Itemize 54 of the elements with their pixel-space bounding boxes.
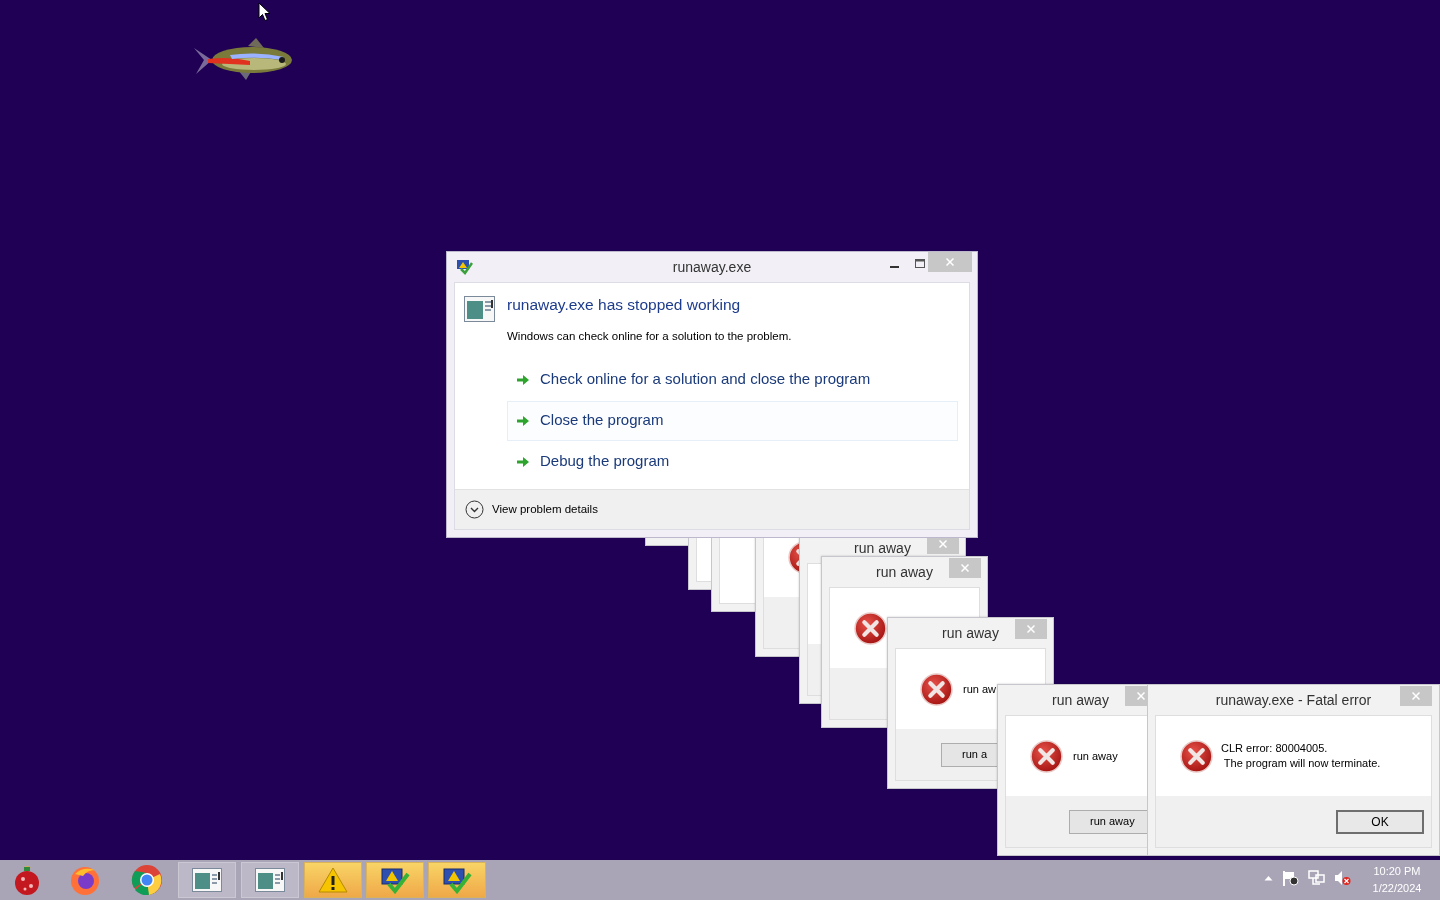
taskbar-button[interactable] (241, 862, 299, 898)
arrow-icon (516, 455, 530, 468)
window-title: run away (854, 541, 911, 555)
taskbar-button[interactable] (304, 862, 362, 898)
window-title: runaway.exe (672, 257, 752, 277)
arrow-icon (516, 414, 530, 427)
window-title: run away (1052, 693, 1109, 707)
taskbar-button[interactable] (366, 862, 424, 898)
command-link[interactable]: Close the program (507, 400, 958, 441)
close-icon (939, 540, 947, 548)
clock-date: 1/22/2024 (1372, 881, 1422, 896)
ornament-icon (12, 864, 42, 896)
clock-time: 10:20 PM (1373, 864, 1421, 879)
window-title: run away (942, 626, 999, 640)
window-icon (464, 296, 495, 322)
cursor-icon (258, 2, 271, 22)
command-link[interactable]: Debug the program (507, 441, 958, 482)
network-icon[interactable] (1308, 870, 1325, 886)
volume-muted-icon[interactable] (1334, 870, 1351, 886)
details-toggle[interactable]: View problem details (465, 500, 598, 519)
close-icon (1412, 692, 1420, 700)
command-link[interactable]: Check online for a solution and close the program (507, 359, 958, 400)
warning-icon (318, 867, 348, 893)
show-hidden-icons-icon[interactable] (1264, 875, 1273, 881)
minimize-icon (889, 264, 899, 268)
monitor-warning-icon (380, 866, 410, 894)
window-icon (192, 868, 222, 892)
error-description: Windows can check online for a solution to the problem. (507, 329, 793, 345)
window-icon (255, 868, 285, 892)
taskbar-button[interactable] (428, 862, 486, 898)
browser-icon (69, 864, 101, 896)
error-icon (854, 611, 887, 645)
error-heading: runaway.exe has stopped working (507, 295, 742, 315)
arrow-icon (516, 373, 530, 386)
browser-icon (131, 864, 163, 896)
maximize-icon (915, 258, 925, 268)
chevron-down-icon (465, 500, 484, 519)
window-title: runaway.exe - Fatal error (1215, 690, 1372, 710)
close-icon (946, 258, 954, 266)
monitor-warning-icon (456, 258, 473, 275)
close-icon (1137, 692, 1145, 700)
dialog-message: run aw (963, 681, 997, 697)
close-icon (1027, 625, 1035, 633)
dialog-message: run away (1073, 748, 1118, 764)
close-icon (961, 564, 969, 572)
taskbar-button[interactable] (178, 862, 236, 898)
ok-button[interactable]: OK (1336, 809, 1424, 834)
error-icon (920, 672, 953, 706)
error-icon (1030, 739, 1063, 773)
window-title: run away (876, 565, 933, 579)
dialog-message: CLR error: 80004005. The program will now terminate. (1221, 741, 1381, 771)
error-icon (1180, 739, 1213, 773)
monitor-warning-icon (442, 866, 472, 894)
action-center-icon[interactable] (1282, 870, 1299, 886)
